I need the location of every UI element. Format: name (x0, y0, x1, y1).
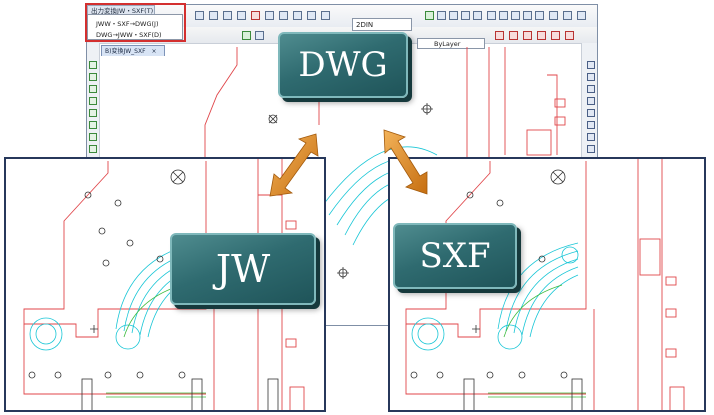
menu-highlight-frame (85, 3, 186, 42)
dwg-label-text: DWG (298, 45, 388, 85)
dwg-label: DWG (278, 32, 408, 98)
sxf-label: SXF (393, 223, 517, 289)
sxf-label-text: SXF (419, 236, 491, 276)
jw-label: JW (170, 233, 316, 305)
jw-label-text: JW (215, 247, 271, 291)
